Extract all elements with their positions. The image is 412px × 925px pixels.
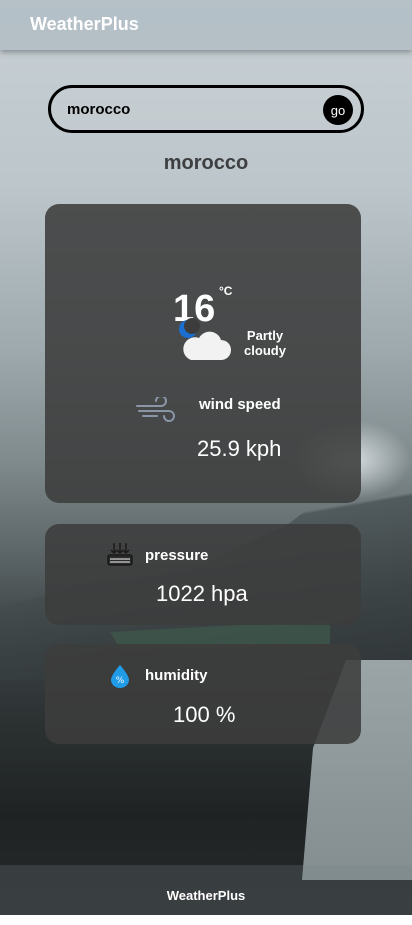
page-bottom-strip <box>0 915 412 925</box>
top-navbar: WeatherPlus <box>0 0 412 50</box>
condition-text: Partly cloudy <box>244 328 286 358</box>
humidity-label: humidity <box>145 667 208 684</box>
pressure-value: 1022 hpa <box>156 581 248 606</box>
partly-cloudy-night-icon <box>179 318 231 360</box>
go-button[interactable]: go <box>323 95 353 125</box>
search-bar: go <box>48 85 364 133</box>
pressure-label: pressure <box>145 547 209 564</box>
location-title: morocco <box>163 152 249 174</box>
wind-icon <box>136 397 175 422</box>
current-weather-card: 16 °C Partly cloudy wind speed 25.9 kph <box>45 204 361 503</box>
humidity-value: 100 % <box>173 702 236 727</box>
svg-text:%: % <box>116 676 125 686</box>
pressure-card: pressure 1022 hpa <box>45 524 361 625</box>
wind-speed-value: 25.9 kph <box>197 436 282 461</box>
search-input[interactable] <box>67 97 297 121</box>
brand-logo[interactable]: WeatherPlus <box>30 14 139 35</box>
humidity-drop-icon: % <box>111 665 129 688</box>
wind-speed-label: wind speed <box>199 396 281 413</box>
humidity-card: % humidity 100 % <box>45 644 361 744</box>
footer-brand: WeatherPlus <box>166 888 246 903</box>
pressure-icon <box>107 543 133 566</box>
temperature-unit: °C <box>219 284 233 298</box>
footer: WeatherPlus <box>0 865 412 915</box>
